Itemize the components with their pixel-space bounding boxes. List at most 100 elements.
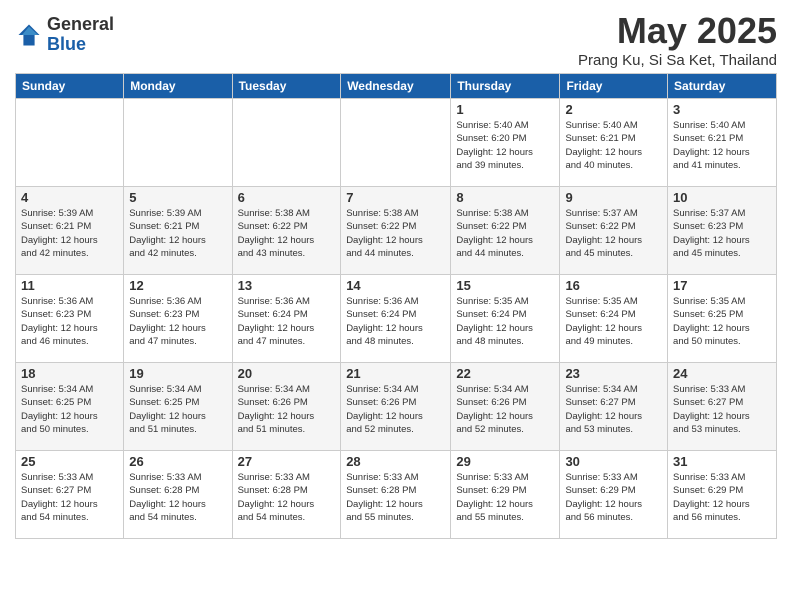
calendar-cell: 24 Sunrise: 5:33 AMSunset: 6:27 PMDayligh… [668, 363, 777, 451]
day-info: Sunrise: 5:34 AMSunset: 6:27 PMDaylight:… [565, 383, 662, 436]
day-number: 7 [346, 190, 445, 205]
calendar-cell: 3Sunrise: 5:40 AMSunset: 6:21 PMDaylight… [668, 99, 777, 187]
day-number: 22 [456, 366, 554, 381]
calendar-cell: 11Sunrise: 5:36 AMSunset: 6:23 PMDayligh… [16, 275, 124, 363]
calendar-week-5: 25 Sunrise: 5:33 AMSunset: 6:27 PMDayligh… [16, 451, 777, 539]
logo-blue-text: Blue [47, 35, 114, 55]
calendar-cell: 25 Sunrise: 5:33 AMSunset: 6:27 PMDayligh… [16, 451, 124, 539]
day-info: Sunrise: 5:39 AMSunset: 6:21 PMDaylight:… [129, 207, 226, 260]
day-number: 10 [673, 190, 771, 205]
calendar-cell: 19 Sunrise: 5:34 AMSunset: 6:25 PMDayligh… [124, 363, 232, 451]
day-info: Sunrise: 5:39 AMSunset: 6:21 PMDaylight:… [21, 207, 118, 260]
day-of-week-sunday: Sunday [16, 74, 124, 99]
day-info: Sunrise: 5:40 AMSunset: 6:20 PMDaylight:… [456, 119, 554, 172]
calendar-cell: 22 Sunrise: 5:34 AMSunset: 6:26 PMDayligh… [451, 363, 560, 451]
day-info: Sunrise: 5:36 AMSunset: 6:23 PMDaylight:… [21, 295, 118, 348]
day-number: 14 [346, 278, 445, 293]
day-number: 31 [673, 454, 771, 469]
day-number: 9 [565, 190, 662, 205]
day-number: 1 [456, 102, 554, 117]
calendar-cell: 5Sunrise: 5:39 AMSunset: 6:21 PMDaylight… [124, 187, 232, 275]
logo-general-text: General [47, 15, 114, 35]
calendar-cell: 15 Sunrise: 5:35 AMSunset: 6:24 PMDayligh… [451, 275, 560, 363]
day-number: 15 [456, 278, 554, 293]
day-number: 27 [238, 454, 336, 469]
calendar-week-4: 18 Sunrise: 5:34 AMSunset: 6:25 PMDayligh… [16, 363, 777, 451]
day-info: Sunrise: 5:40 AMSunset: 6:21 PMDaylight:… [565, 119, 662, 172]
day-info: Sunrise: 5:37 AMSunset: 6:22 PMDaylight:… [565, 207, 662, 260]
day-number: 18 [21, 366, 118, 381]
day-of-week-monday: Monday [124, 74, 232, 99]
day-info: Sunrise: 5:35 AMSunset: 6:24 PMDaylight:… [565, 295, 662, 348]
day-of-week-friday: Friday [560, 74, 668, 99]
day-number: 19 [129, 366, 226, 381]
day-number: 2 [565, 102, 662, 117]
calendar-cell: 23 Sunrise: 5:34 AMSunset: 6:27 PMDayligh… [560, 363, 668, 451]
day-number: 21 [346, 366, 445, 381]
page-header: General Blue May 2025 Prang Ku, Si Sa Ke… [15, 10, 777, 69]
month-title: May 2025 [578, 10, 777, 52]
calendar-cell: 31 Sunrise: 5:33 AMSunset: 6:29 PMDayligh… [668, 451, 777, 539]
calendar-cell: 2 Sunrise: 5:40 AMSunset: 6:21 PMDaylight… [560, 99, 668, 187]
calendar-week-2: 4 Sunrise: 5:39 AMSunset: 6:21 PMDaylight… [16, 187, 777, 275]
day-info: Sunrise: 5:36 AMSunset: 6:23 PMDaylight:… [129, 295, 226, 348]
day-info: Sunrise: 5:33 AMSunset: 6:29 PMDaylight:… [565, 471, 662, 524]
calendar-cell [124, 99, 232, 187]
calendar-cell: 16 Sunrise: 5:35 AMSunset: 6:24 PMDayligh… [560, 275, 668, 363]
calendar-cell [341, 99, 451, 187]
title-area: May 2025 Prang Ku, Si Sa Ket, Thailand [578, 10, 777, 69]
calendar-cell: 21Sunrise: 5:34 AMSunset: 6:26 PMDayligh… [341, 363, 451, 451]
day-info: Sunrise: 5:38 AMSunset: 6:22 PMDaylight:… [346, 207, 445, 260]
calendar-cell: 18 Sunrise: 5:34 AMSunset: 6:25 PMDayligh… [16, 363, 124, 451]
day-info: Sunrise: 5:33 AMSunset: 6:27 PMDaylight:… [21, 471, 118, 524]
calendar-cell: 27Sunrise: 5:33 AMSunset: 6:28 PMDayligh… [232, 451, 341, 539]
day-number: 8 [456, 190, 554, 205]
day-number: 4 [21, 190, 118, 205]
calendar-cell [232, 99, 341, 187]
day-info: Sunrise: 5:35 AMSunset: 6:24 PMDaylight:… [456, 295, 554, 348]
calendar-table: SundayMondayTuesdayWednesdayThursdayFrid… [15, 73, 777, 539]
calendar-cell: 30Sunrise: 5:33 AMSunset: 6:29 PMDayligh… [560, 451, 668, 539]
calendar-cell: 6Sunrise: 5:38 AMSunset: 6:22 PMDaylight… [232, 187, 341, 275]
calendar-header-row: SundayMondayTuesdayWednesdayThursdayFrid… [16, 74, 777, 99]
day-number: 23 [565, 366, 662, 381]
day-number: 20 [238, 366, 336, 381]
day-info: Sunrise: 5:36 AMSunset: 6:24 PMDaylight:… [238, 295, 336, 348]
day-info: Sunrise: 5:36 AMSunset: 6:24 PMDaylight:… [346, 295, 445, 348]
calendar-cell: 20 Sunrise: 5:34 AMSunset: 6:26 PMDayligh… [232, 363, 341, 451]
day-info: Sunrise: 5:33 AMSunset: 6:29 PMDaylight:… [673, 471, 771, 524]
calendar-cell: 1 Sunrise: 5:40 AMSunset: 6:20 PMDaylight… [451, 99, 560, 187]
calendar-cell: 13 Sunrise: 5:36 AMSunset: 6:24 PMDayligh… [232, 275, 341, 363]
day-number: 12 [129, 278, 226, 293]
day-number: 25 [21, 454, 118, 469]
day-info: Sunrise: 5:38 AMSunset: 6:22 PMDaylight:… [456, 207, 554, 260]
location-text: Prang Ku, Si Sa Ket, Thailand [578, 52, 777, 69]
day-of-week-thursday: Thursday [451, 74, 560, 99]
day-info: Sunrise: 5:34 AMSunset: 6:25 PMDaylight:… [21, 383, 118, 436]
day-number: 29 [456, 454, 554, 469]
day-info: Sunrise: 5:35 AMSunset: 6:25 PMDaylight:… [673, 295, 771, 348]
day-number: 28 [346, 454, 445, 469]
calendar-cell: 9 Sunrise: 5:37 AMSunset: 6:22 PMDaylight… [560, 187, 668, 275]
day-info: Sunrise: 5:33 AMSunset: 6:28 PMDaylight:… [129, 471, 226, 524]
logo-icon [15, 21, 43, 49]
day-info: Sunrise: 5:34 AMSunset: 6:26 PMDaylight:… [456, 383, 554, 436]
calendar-cell: 10Sunrise: 5:37 AMSunset: 6:23 PMDayligh… [668, 187, 777, 275]
calendar-week-3: 11Sunrise: 5:36 AMSunset: 6:23 PMDayligh… [16, 275, 777, 363]
day-info: Sunrise: 5:34 AMSunset: 6:26 PMDaylight:… [238, 383, 336, 436]
calendar-cell: 4 Sunrise: 5:39 AMSunset: 6:21 PMDaylight… [16, 187, 124, 275]
day-of-week-tuesday: Tuesday [232, 74, 341, 99]
day-of-week-saturday: Saturday [668, 74, 777, 99]
logo: General Blue [15, 15, 114, 55]
day-of-week-wednesday: Wednesday [341, 74, 451, 99]
day-info: Sunrise: 5:34 AMSunset: 6:25 PMDaylight:… [129, 383, 226, 436]
calendar-cell: 8 Sunrise: 5:38 AMSunset: 6:22 PMDaylight… [451, 187, 560, 275]
day-number: 13 [238, 278, 336, 293]
calendar-cell: 26 Sunrise: 5:33 AMSunset: 6:28 PMDayligh… [124, 451, 232, 539]
day-number: 16 [565, 278, 662, 293]
day-info: Sunrise: 5:38 AMSunset: 6:22 PMDaylight:… [238, 207, 336, 260]
day-number: 26 [129, 454, 226, 469]
day-info: Sunrise: 5:33 AMSunset: 6:27 PMDaylight:… [673, 383, 771, 436]
day-number: 24 [673, 366, 771, 381]
calendar-cell: 17Sunrise: 5:35 AMSunset: 6:25 PMDayligh… [668, 275, 777, 363]
